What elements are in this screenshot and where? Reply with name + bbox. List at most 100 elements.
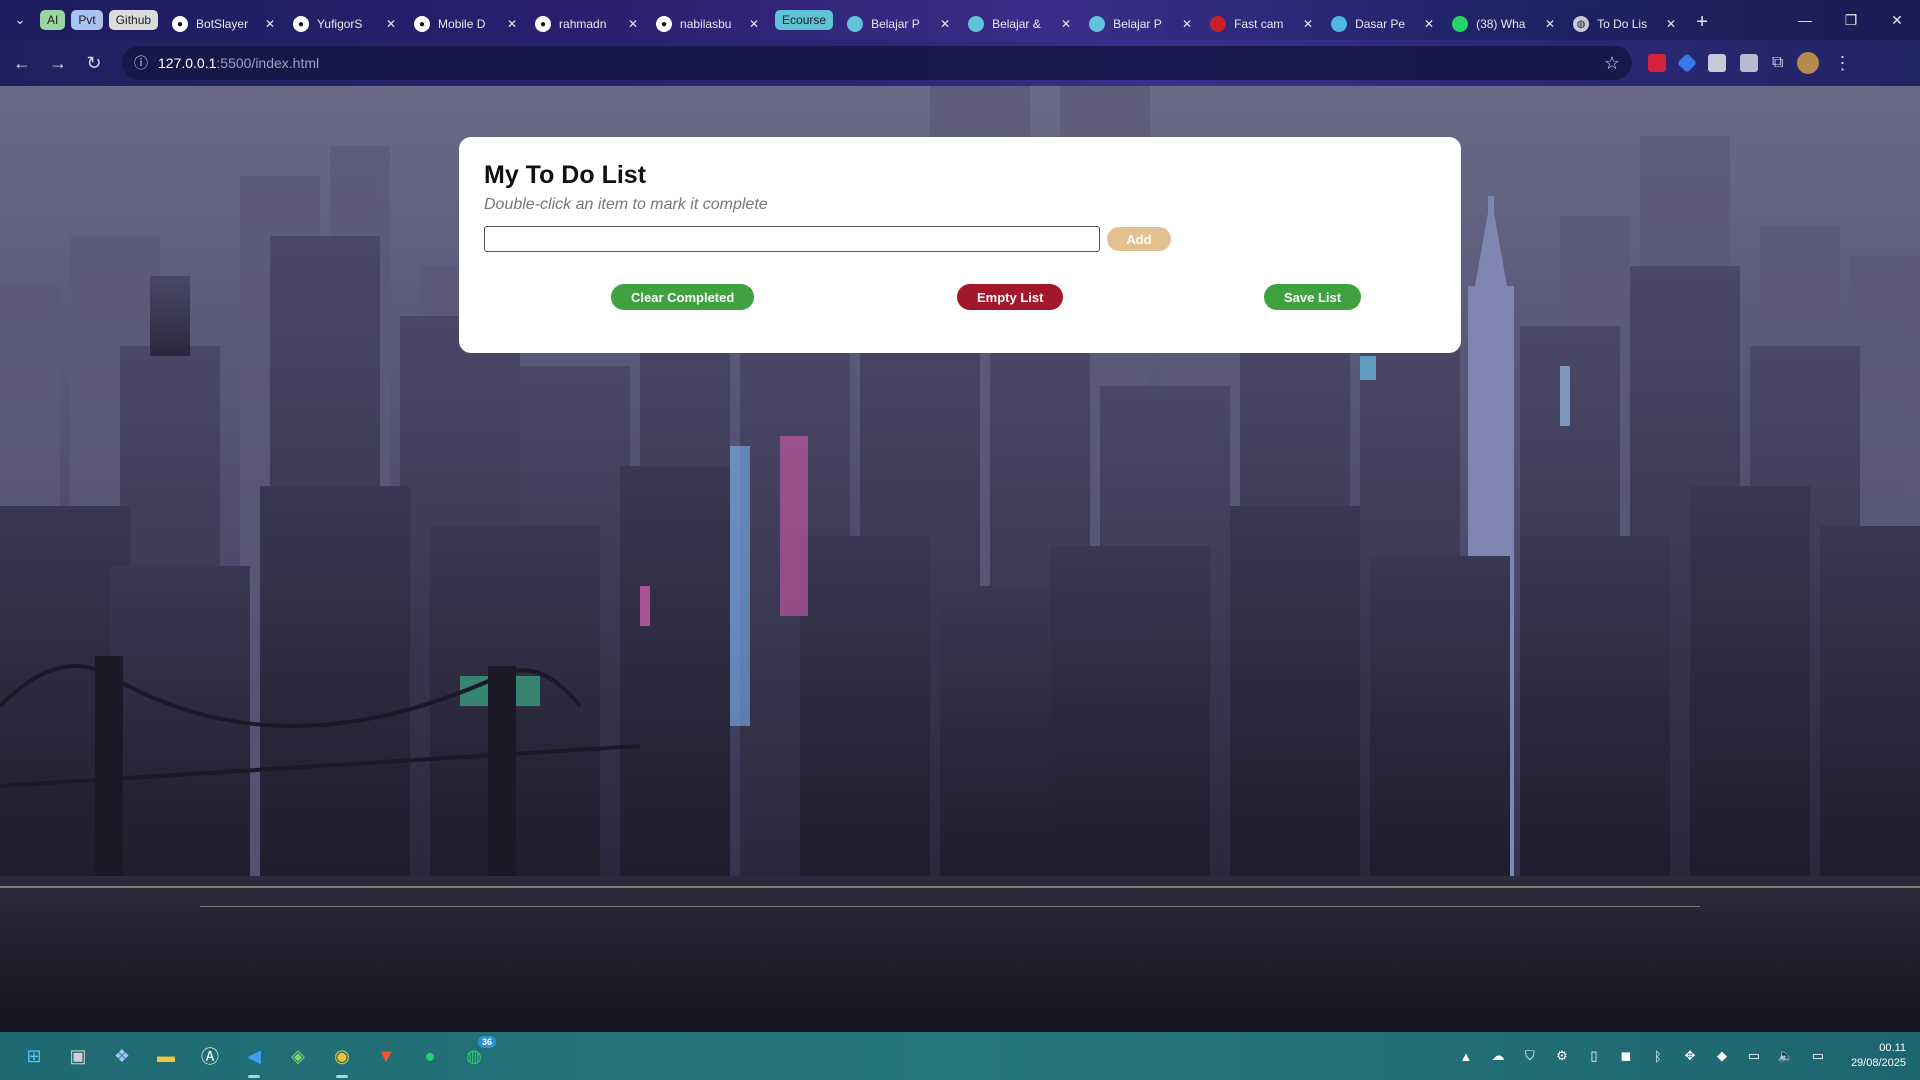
gamepad-icon[interactable]: ✥ xyxy=(1681,1047,1699,1065)
forward-icon[interactable]: → xyxy=(40,45,76,81)
steam-icon[interactable]: ⚙ xyxy=(1553,1047,1571,1065)
browser-tab[interactable]: ● BotSlayer ✕ xyxy=(164,8,285,40)
todo-card: My To Do List Double-click an item to ma… xyxy=(459,137,1461,353)
chrome-icon[interactable]: ◉ xyxy=(326,1040,358,1078)
window-controls: — ❐ ✕ xyxy=(1782,12,1920,29)
minimize-icon[interactable]: — xyxy=(1782,12,1828,29)
tab-label: Belajar P xyxy=(1113,17,1162,31)
browser-tab[interactable]: ● nabilasbu ✕ xyxy=(648,8,769,40)
tab-label: Fast cam xyxy=(1234,17,1284,31)
clock-time: 00.11 xyxy=(1879,1042,1906,1054)
browser-tab[interactable]: (38) Wha ✕ xyxy=(1444,8,1565,40)
todo-input[interactable] xyxy=(484,226,1100,252)
puzzle-icon[interactable]: ⧉ xyxy=(1772,54,1783,72)
extension-icon[interactable] xyxy=(1677,53,1697,73)
notification-badge: 36 xyxy=(477,1036,496,1048)
extension-icon[interactable] xyxy=(1648,54,1666,72)
whatsapp-icon[interactable]: ◍ 36 xyxy=(458,1036,496,1072)
close-window-icon[interactable]: ✕ xyxy=(1874,12,1920,29)
tab-group-github[interactable]: Github xyxy=(108,10,159,30)
app-tray-icon[interactable]: ◆ xyxy=(1713,1047,1731,1065)
close-icon[interactable]: ✕ xyxy=(505,17,519,31)
clock-date: 29/08/2025 xyxy=(1850,1057,1906,1069)
github-icon: ● xyxy=(293,16,310,32)
maps-icon[interactable]: ◈ xyxy=(282,1040,314,1072)
browser-tab[interactable]: Fast cam ✕ xyxy=(1202,8,1323,40)
volume-icon[interactable]: 🔈 xyxy=(1777,1047,1795,1065)
tab-search-chevron-icon[interactable]: ⌄ xyxy=(0,0,40,40)
avatar[interactable] xyxy=(1797,52,1820,74)
globe-icon: ◍ xyxy=(1573,16,1590,32)
close-icon[interactable]: ✕ xyxy=(1543,17,1557,31)
browser-tab[interactable]: Belajar & ✕ xyxy=(960,8,1081,40)
start-icon[interactable]: ⊞ xyxy=(18,1040,50,1072)
extension-icon[interactable] xyxy=(1740,54,1758,72)
github-icon: ● xyxy=(656,16,673,32)
tab-label: Mobile D xyxy=(438,17,486,31)
security-shield-icon[interactable]: ⛉ xyxy=(1521,1047,1539,1065)
onedrive-icon[interactable]: ☁ xyxy=(1489,1047,1507,1065)
dicoding-icon xyxy=(968,16,985,32)
github-icon: ● xyxy=(535,16,552,32)
close-icon[interactable]: ✕ xyxy=(384,17,398,31)
usb-icon[interactable]: ▯ xyxy=(1585,1047,1603,1065)
tab-label: Dasar Pe xyxy=(1355,17,1406,31)
close-icon[interactable]: ✕ xyxy=(1301,17,1315,31)
save-list-button[interactable]: Save List xyxy=(1264,284,1362,310)
close-icon[interactable]: ✕ xyxy=(1180,17,1194,31)
camera-icon[interactable] xyxy=(1708,54,1726,72)
menu-dots-icon[interactable]: ⋮ xyxy=(1833,53,1851,74)
clock[interactable]: 00.11 29/08/2025 xyxy=(1851,1041,1906,1071)
task-view-icon[interactable]: ▣ xyxy=(62,1040,94,1072)
address-bar[interactable]: ⓘ 127.0.0.1:5500/index.html ☆ xyxy=(122,46,1632,80)
page-viewport: My To Do List Double-click an item to ma… xyxy=(0,86,1920,1032)
bookmark-star-icon[interactable]: ☆ xyxy=(1604,53,1620,74)
close-icon[interactable]: ✕ xyxy=(1664,17,1678,31)
system-tray: ▲ ☁ ⛉ ⚙ ▯ ◼ ᛒ ✥ ◆ ▭ 🔈 ▭ 00.11 29/08/2025 xyxy=(1457,1041,1907,1071)
site-info-icon[interactable]: ⓘ xyxy=(134,53,148,73)
browser-tab[interactable]: ● YufigorS ✕ xyxy=(285,8,406,40)
list-actions: Clear Completed Empty List Save List xyxy=(484,284,1436,310)
browser-tab-active[interactable]: ◍ To Do Lis ✕ xyxy=(1565,8,1687,40)
clear-completed-button[interactable]: Clear Completed xyxy=(611,284,755,310)
spotify-icon[interactable]: ● xyxy=(414,1040,446,1072)
url-path: :5500/index.html xyxy=(216,55,320,71)
windows-taskbar: ⊞ ▣ ❖ ▬ Ⓐ ◀ ◈ ◉ ▼ ● ◍ 36 ▲ ☁ ⛉ ⚙ ▯ ◼ ᛒ ✥… xyxy=(0,1032,1920,1080)
close-icon[interactable]: ✕ xyxy=(626,17,640,31)
close-icon[interactable]: ✕ xyxy=(1422,17,1436,31)
tab-label: BotSlayer xyxy=(196,17,249,31)
vscode-icon[interactable]: ◀ xyxy=(238,1040,270,1078)
reload-icon[interactable]: ↻ xyxy=(76,45,112,81)
brave-icon[interactable]: ▼ xyxy=(370,1040,402,1072)
whatsapp-icon xyxy=(1452,16,1469,32)
codepolitan-icon xyxy=(1331,16,1348,32)
browser-tab[interactable]: ● rahmadn ✕ xyxy=(527,8,648,40)
new-tab-button[interactable]: + xyxy=(1686,11,1718,34)
tab-group-ecourse[interactable]: Ecourse xyxy=(775,10,834,30)
network-icon[interactable]: ▭ xyxy=(1745,1047,1763,1065)
close-icon[interactable]: ✕ xyxy=(747,17,761,31)
tab-group-pvt[interactable]: Pvt xyxy=(71,10,103,30)
add-button[interactable]: Add xyxy=(1107,227,1171,251)
drive-icon[interactable]: ▲ xyxy=(1457,1047,1475,1065)
restore-icon[interactable]: ❐ xyxy=(1828,12,1874,29)
back-icon[interactable]: ← xyxy=(4,45,40,81)
browser-tab[interactable]: ● Mobile D ✕ xyxy=(406,8,527,40)
file-explorer-icon[interactable]: ▬ xyxy=(150,1040,182,1072)
tab-label: Belajar P xyxy=(871,17,920,31)
close-icon[interactable]: ✕ xyxy=(263,17,277,31)
page-title: My To Do List xyxy=(484,161,647,189)
copilot-icon[interactable]: ❖ xyxy=(106,1040,138,1072)
battery-icon[interactable]: ▭ xyxy=(1809,1047,1827,1065)
browser-tab[interactable]: Dasar Pe ✕ xyxy=(1323,8,1444,40)
tab-group-ai[interactable]: AI xyxy=(40,10,66,30)
app-store-icon[interactable]: Ⓐ xyxy=(194,1040,226,1072)
tab-label: nabilasbu xyxy=(680,17,732,31)
close-icon[interactable]: ✕ xyxy=(938,17,952,31)
close-icon[interactable]: ✕ xyxy=(1059,17,1073,31)
nvidia-icon[interactable]: ◼ xyxy=(1617,1047,1635,1065)
browser-tab[interactable]: Belajar P ✕ xyxy=(839,8,960,40)
bluetooth-icon[interactable]: ᛒ xyxy=(1649,1047,1667,1065)
empty-list-button[interactable]: Empty List xyxy=(957,284,1064,310)
browser-tab[interactable]: Belajar P ✕ xyxy=(1081,8,1202,40)
